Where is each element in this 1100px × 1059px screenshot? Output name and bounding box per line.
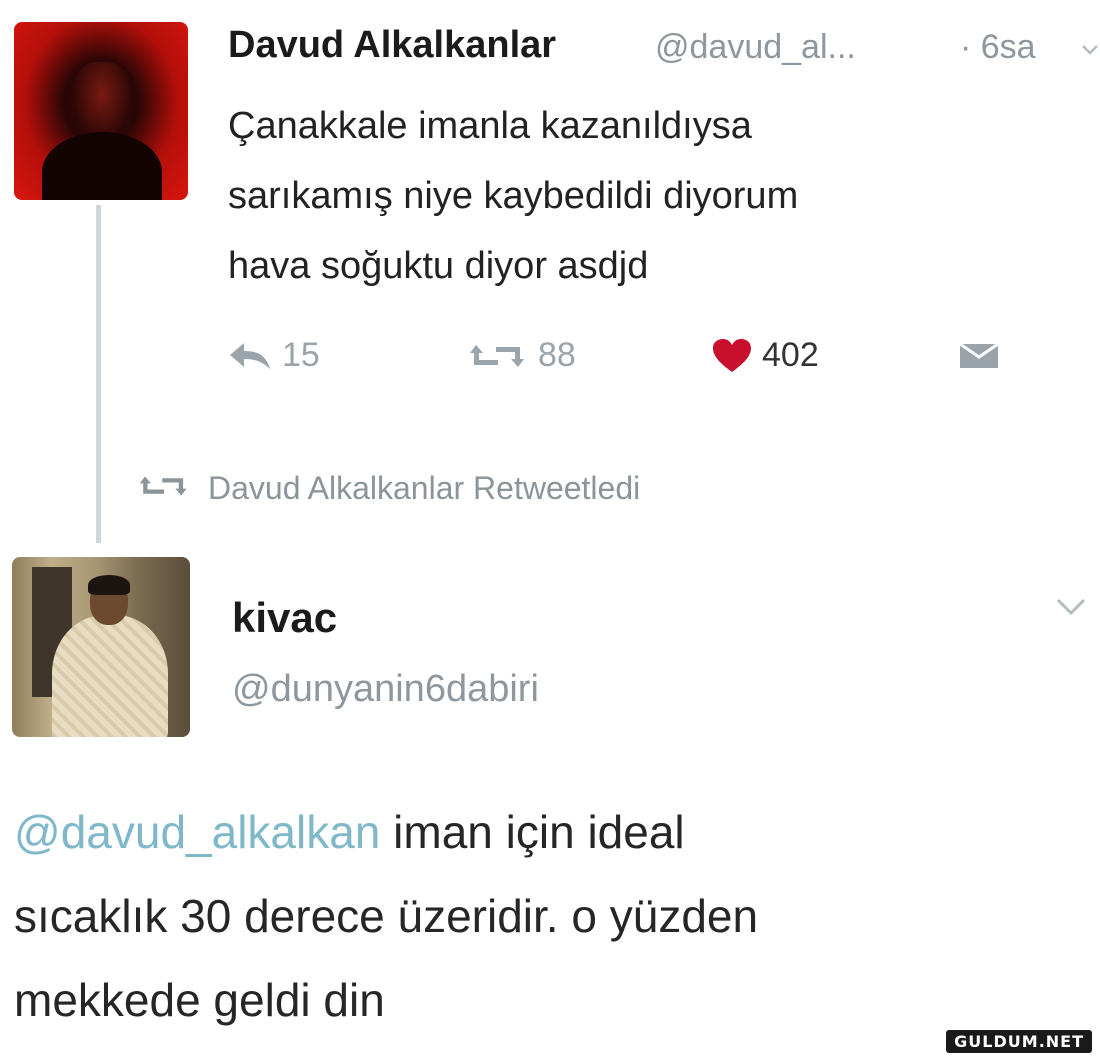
- heart-icon: [712, 338, 752, 374]
- author-name[interactable]: kivac: [232, 594, 337, 642]
- retweet-icon: [468, 341, 528, 371]
- tweet-text-line: @davud_alkalkan iman için ideal: [14, 790, 685, 874]
- author-handle[interactable]: @dunyanin6dabiri: [232, 668, 539, 711]
- chevron-down-icon[interactable]: [1082, 42, 1098, 60]
- avatar-hair: [88, 575, 130, 595]
- retweeted-by-label: Davud Alkalkanlar Retweetledi: [208, 470, 641, 506]
- tweet-text-line: mekkede geldi din: [14, 974, 385, 1026]
- avatar[interactable]: [12, 557, 190, 737]
- tweet-text-segment: iman için ideal: [380, 806, 685, 858]
- reply-button[interactable]: 15: [228, 336, 320, 375]
- like-count: 402: [762, 336, 819, 374]
- avatar-face: [72, 62, 132, 142]
- mention-link[interactable]: @davud_alkalkan: [14, 806, 380, 858]
- like-button[interactable]: 402: [712, 336, 819, 375]
- watermark: GULDUM.NET: [946, 1030, 1092, 1053]
- avatar[interactable]: [14, 22, 188, 200]
- tweet-text-line: Çanakkale imanla kazanıldıysa: [228, 105, 752, 147]
- retweet-icon: [138, 470, 190, 507]
- chevron-down-icon[interactable]: [1056, 598, 1086, 621]
- avatar-body: [42, 132, 162, 200]
- tweet-time[interactable]: · 6sa: [960, 28, 1036, 67]
- thread-line: [96, 205, 101, 543]
- retweeted-by-bar[interactable]: Davud Alkalkanlar Retweetledi: [138, 470, 640, 507]
- reply-icon: [228, 341, 272, 371]
- avatar-blanket: [52, 615, 168, 737]
- dm-icon[interactable]: [958, 342, 1000, 375]
- author-name[interactable]: Davud Alkalkanlar: [228, 24, 556, 67]
- reply-count: 15: [282, 336, 320, 374]
- tweet-text-line: sarıkamış niye kaybedildi diyorum: [228, 175, 799, 217]
- retweet-button[interactable]: 88: [468, 336, 576, 375]
- retweet-count: 88: [538, 336, 576, 374]
- tweet-text-line: sıcaklık 30 derece üzeridir. o yüzden: [14, 890, 759, 942]
- author-handle[interactable]: @davud_al...: [655, 28, 856, 67]
- tweet-text-line: hava soğuktu diyor asdjd: [228, 245, 649, 287]
